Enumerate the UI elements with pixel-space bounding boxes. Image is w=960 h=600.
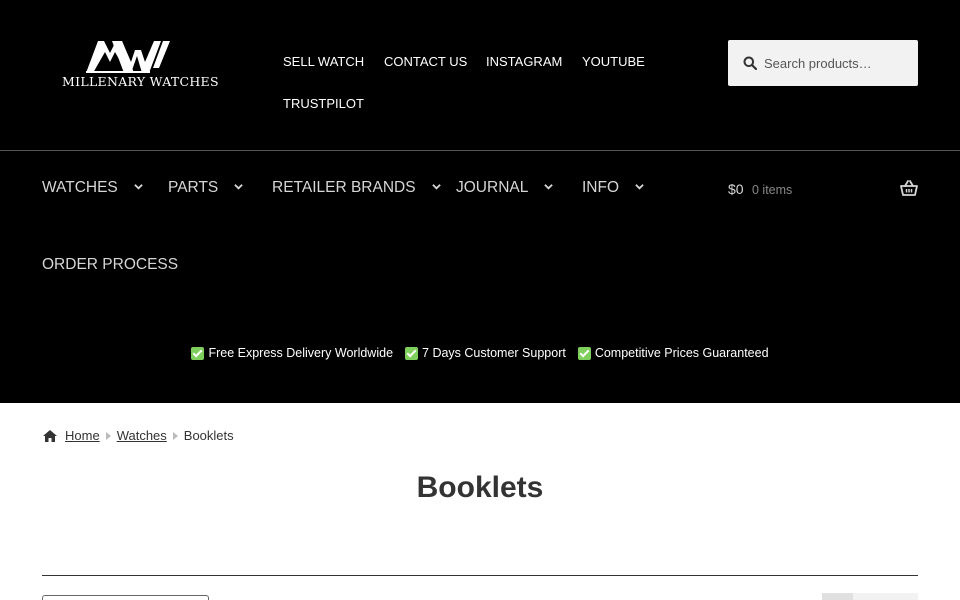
product-search [728, 40, 918, 86]
usp-item: 7 Days Customer Support [405, 346, 566, 360]
home-icon [43, 429, 57, 442]
mini-cart[interactable]: $0 0 items [728, 180, 918, 200]
grid-view-button[interactable] [822, 593, 853, 600]
chevron-down-icon [234, 183, 243, 190]
nav-item-order-process[interactable]: ORDER PROCESS [42, 256, 178, 274]
usp-item: Competitive Prices Guaranteed [577, 346, 769, 360]
nav-item-parts[interactable]: PARTS [168, 179, 243, 197]
nav-item-journal[interactable]: JOURNAL [456, 179, 554, 197]
usp-label: Free Express Delivery Worldwide [208, 346, 394, 360]
cart-item-count: 0 items [752, 183, 793, 197]
nav-item-label: INFO [582, 179, 620, 196]
nav-item-info[interactable]: INFO [582, 179, 644, 197]
usp-label: Competitive Prices Guaranteed [594, 346, 769, 360]
nav-item-label: JOURNAL [456, 179, 529, 196]
cart-total: $0 [728, 181, 744, 197]
content-divider [42, 575, 918, 576]
top-link-contact-us[interactable]: CONTACT US [384, 54, 467, 69]
nav-item-watches[interactable]: WATCHES [42, 179, 143, 197]
nav-item-retailer-brands[interactable]: RETAILER BRANDS [272, 179, 441, 197]
top-link-youtube[interactable]: YOUTUBE [582, 54, 645, 69]
basket-icon [900, 180, 918, 196]
usp-bar: Free Express Delivery Worldwide 7 Days C… [0, 346, 960, 360]
chevron-down-icon [544, 183, 554, 190]
top-link-trustpilot[interactable]: TRUSTPILOT [283, 96, 364, 111]
site-logo[interactable]: MILLENARY WATCHES [60, 40, 219, 92]
chevron-right-icon [105, 431, 111, 440]
logo-text: MILLENARY WATCHES [62, 74, 219, 89]
chevron-right-icon [172, 431, 178, 440]
breadcrumb-current: Booklets [183, 428, 234, 443]
top-link-instagram[interactable]: INSTAGRAM [486, 54, 562, 69]
chevron-down-icon [431, 183, 441, 190]
list-view-button[interactable] [853, 593, 918, 600]
search-icon[interactable] [743, 56, 757, 70]
check-icon [405, 346, 419, 360]
check-icon [191, 346, 205, 360]
sort-select[interactable] [42, 595, 209, 600]
view-toggle [822, 593, 918, 600]
site-header: MILLENARY WATCHES SELL WATCH CONTACT US … [0, 0, 960, 403]
top-link-sell-watch[interactable]: SELL WATCH [283, 54, 364, 69]
chevron-down-icon [134, 183, 143, 190]
chevron-down-icon [635, 183, 644, 190]
nav-item-label: PARTS [168, 179, 219, 196]
header-divider [0, 150, 960, 151]
check-icon [577, 346, 591, 360]
breadcrumb-home[interactable]: Home [65, 428, 100, 443]
page-title: Booklets [416, 471, 544, 504]
usp-label: 7 Days Customer Support [422, 346, 566, 360]
breadcrumb: Home Watches Booklets [42, 428, 234, 443]
search-input[interactable] [764, 40, 914, 86]
nav-item-label: RETAILER BRANDS [272, 179, 416, 196]
breadcrumb-watches[interactable]: Watches [117, 428, 167, 443]
nav-item-label: WATCHES [42, 179, 118, 196]
logo-mark-icon [86, 41, 170, 73]
usp-item: Free Express Delivery Worldwide [191, 346, 393, 360]
